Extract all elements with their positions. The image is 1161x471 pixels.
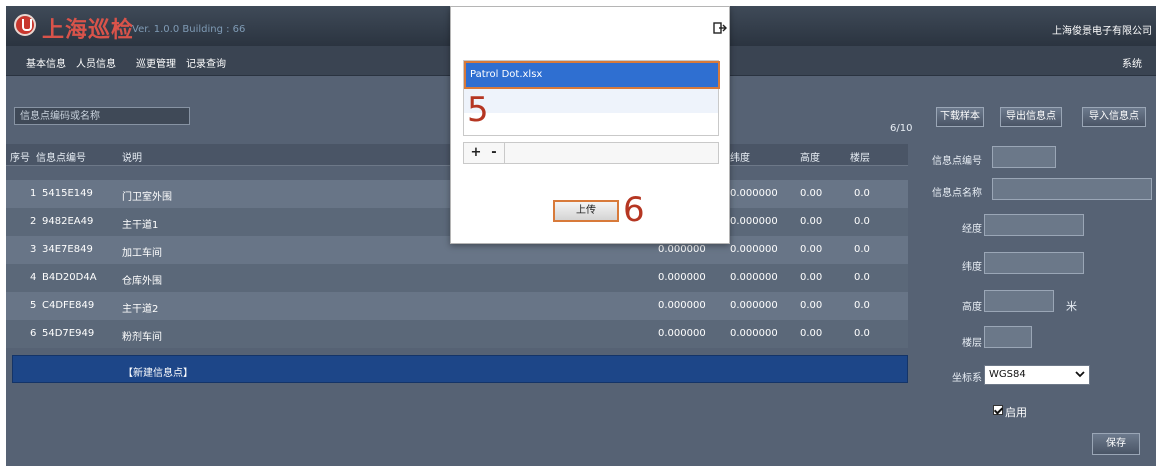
file-list: Patrol Dot.xlsx — [463, 60, 720, 136]
logo-icon — [14, 14, 36, 36]
code-label: 信息点编号 — [932, 156, 982, 167]
cell-height: 0.00 — [800, 216, 823, 227]
column-header-floor[interactable]: 楼层 — [850, 149, 870, 164]
page-count: 6/10 — [890, 123, 913, 134]
cell-index: 5 — [30, 300, 37, 311]
download-template-button[interactable]: 下载样本 — [936, 107, 984, 127]
column-header-height[interactable]: 高度 — [800, 149, 820, 164]
cell-longitude: 0.000000 — [658, 328, 706, 339]
toolbar-divider — [504, 143, 505, 163]
cell-latitude: 0.000000 — [730, 188, 778, 199]
nav-item-record-query[interactable]: 记录查询 — [186, 55, 226, 70]
version-label: Ver. 1.0.0 Building : 66 — [132, 24, 246, 35]
height-label: 高度 — [962, 302, 982, 313]
name-field[interactable] — [992, 178, 1152, 200]
cell-code: 54D7E949 — [42, 328, 95, 339]
column-header-description[interactable]: 说明 — [122, 149, 142, 164]
cell-description: 主干道2 — [122, 304, 159, 315]
column-header-latitude[interactable]: 纬度 — [730, 149, 750, 164]
cell-height: 0.00 — [800, 328, 823, 339]
import-points-button[interactable]: 导入信息点 — [1082, 107, 1146, 127]
nav-item-system[interactable]: 系统 — [1122, 55, 1142, 70]
longitude-field[interactable] — [984, 214, 1084, 236]
cell-height: 0.00 — [800, 300, 823, 311]
cell-height: 0.00 — [800, 244, 823, 255]
app-window: 上海巡检 Ver. 1.0.0 Building : 66 上海俊景电子有限公司… — [6, 6, 1156, 466]
height-field[interactable] — [984, 290, 1054, 312]
cell-code: B4D20D4A — [42, 272, 97, 283]
cell-floor: 0.0 — [854, 244, 870, 255]
search-input[interactable] — [14, 107, 190, 125]
exit-icon[interactable] — [713, 21, 727, 35]
cell-description: 主干道1 — [122, 220, 159, 231]
cell-description: 粉剂车间 — [122, 332, 162, 343]
table-row[interactable]: 5 C4DFE849 主干道2 0.000000 0.000000 0.00 0… — [6, 292, 908, 320]
save-button[interactable]: 保存 — [1092, 433, 1140, 455]
cell-code: 9482EA49 — [42, 216, 94, 227]
cell-code: 34E7E849 — [42, 244, 93, 255]
code-field[interactable] — [992, 146, 1056, 168]
cell-description: 仓库外围 — [122, 276, 162, 287]
cell-code: C4DFE849 — [42, 300, 95, 311]
name-label: 信息点名称 — [932, 188, 982, 199]
add-file-button[interactable]: + — [468, 144, 484, 162]
cell-latitude: 0.000000 — [730, 216, 778, 227]
cell-floor: 0.0 — [854, 328, 870, 339]
cell-index: 6 — [30, 328, 37, 339]
company-name: 上海俊景电子有限公司 — [1052, 26, 1152, 37]
cell-latitude: 0.000000 — [730, 244, 778, 255]
cell-index: 1 — [30, 188, 37, 199]
cell-floor: 0.0 — [854, 300, 870, 311]
cell-longitude: 0.000000 — [658, 272, 706, 283]
coordinate-system-value: WGS84 — [989, 369, 1026, 380]
cell-longitude: 0.000000 — [658, 300, 706, 311]
cell-height: 0.00 — [800, 272, 823, 283]
export-points-button[interactable]: 导出信息点 — [1000, 107, 1062, 127]
cell-latitude: 0.000000 — [730, 328, 778, 339]
column-header-code[interactable]: 信息点编号 — [36, 149, 86, 164]
table-row[interactable]: 4 B4D20D4A 仓库外围 0.000000 0.000000 0.00 0… — [6, 264, 908, 292]
nav-item-patrol-management[interactable]: 巡更管理 — [136, 55, 176, 70]
cell-index: 2 — [30, 216, 37, 227]
floor-label: 楼层 — [962, 338, 982, 349]
app-title: 上海巡检 — [42, 18, 135, 43]
latitude-label: 纬度 — [962, 262, 982, 273]
nav-item-basic-info[interactable]: 基本信息 — [26, 55, 66, 70]
cell-height: 0.00 — [800, 188, 823, 199]
enable-label: 启用 — [1005, 406, 1027, 419]
upload-button[interactable]: 上传 — [553, 200, 619, 222]
cell-index: 3 — [30, 244, 37, 255]
cell-latitude: 0.000000 — [730, 300, 778, 311]
cell-floor: 0.0 — [854, 216, 870, 227]
new-point-row[interactable]: 【新建信息点】 — [12, 355, 908, 383]
cell-description: 加工车间 — [122, 248, 162, 259]
cell-floor: 0.0 — [854, 272, 870, 283]
floor-field[interactable] — [984, 326, 1032, 348]
enable-checkbox[interactable] — [993, 405, 1003, 415]
longitude-label: 经度 — [962, 224, 982, 235]
file-item-selected[interactable]: Patrol Dot.xlsx — [464, 61, 720, 89]
height-unit: 米 — [1066, 300, 1077, 313]
table-row[interactable]: 6 54D7E949 粉剂车间 0.000000 0.000000 0.00 0… — [6, 320, 908, 348]
step-annotation-5: 5 — [467, 90, 489, 130]
file-list-toolbar: + - — [463, 142, 719, 164]
cell-code: 5415E149 — [42, 188, 93, 199]
cell-index: 4 — [30, 272, 37, 283]
remove-file-button[interactable]: - — [486, 144, 502, 162]
cell-latitude: 0.000000 — [730, 272, 778, 283]
file-list-empty-row — [464, 89, 718, 113]
coordinate-system-select[interactable]: WGS84 — [984, 365, 1090, 385]
cell-longitude: 0.000000 — [658, 244, 706, 255]
cell-floor: 0.0 — [854, 188, 870, 199]
nav-item-personnel[interactable]: 人员信息 — [76, 55, 116, 70]
step-annotation-6: 6 — [623, 190, 645, 230]
latitude-field[interactable] — [984, 252, 1084, 274]
coordinate-system-label: 坐标系 — [952, 373, 982, 384]
chevron-down-icon — [1075, 371, 1085, 378]
cell-description: 门卫室外围 — [122, 192, 172, 203]
column-header-index[interactable]: 序号 — [10, 149, 30, 164]
import-dialog: Patrol Dot.xlsx 5 + - 上传 6 — [450, 6, 730, 244]
new-point-label: 【新建信息点】 — [123, 368, 193, 379]
